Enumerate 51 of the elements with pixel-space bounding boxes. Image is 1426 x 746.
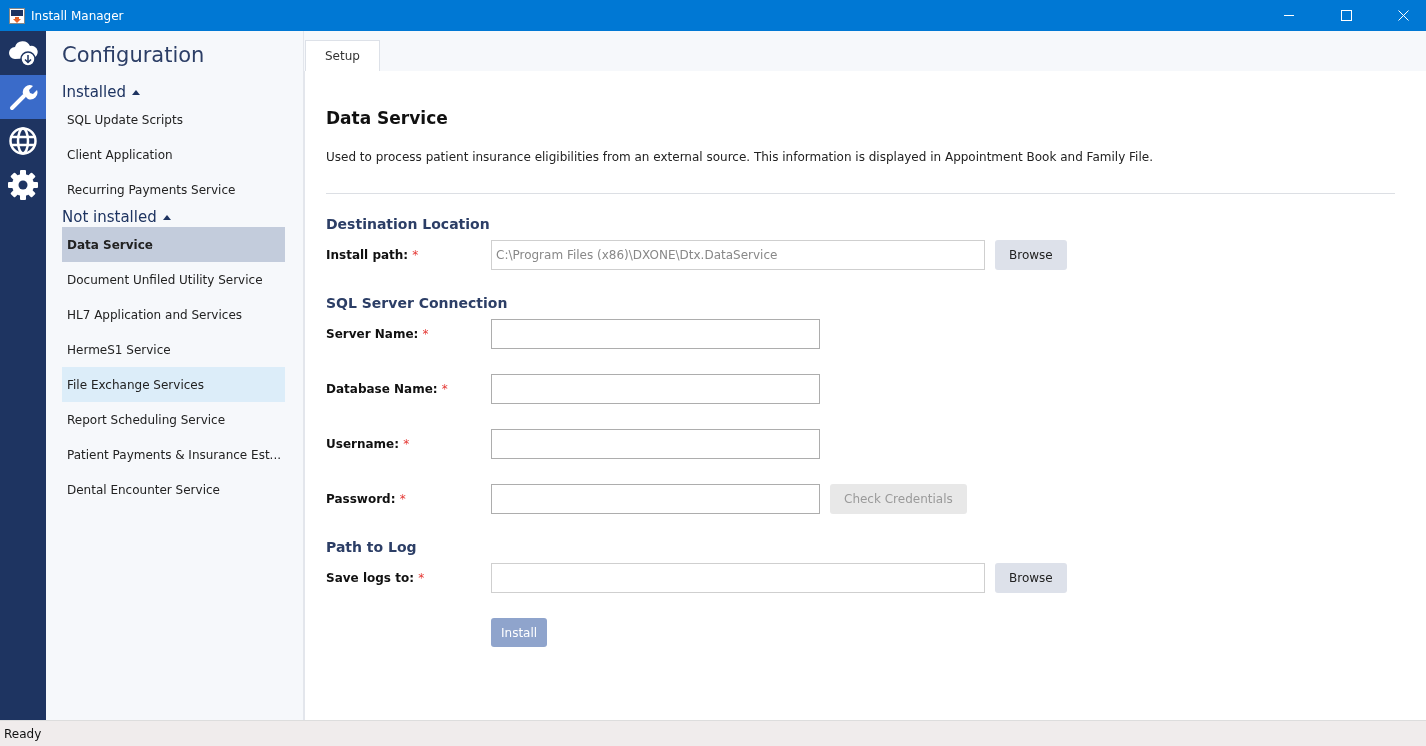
page-heading: Data Service — [326, 108, 449, 128]
input-field[interactable] — [491, 374, 820, 404]
sidebar-item[interactable]: File Exchange Services — [62, 367, 285, 402]
required-mark: * — [441, 382, 448, 396]
cloud-download-icon — [8, 38, 38, 68]
input-field[interactable] — [491, 484, 820, 514]
sidebar-item[interactable]: Patient Payments & Insurance Est... — [62, 437, 285, 472]
required-mark: * — [418, 571, 425, 585]
input-field[interactable] — [491, 563, 985, 593]
maximize-icon[interactable] — [1341, 10, 1352, 21]
input-field[interactable] — [491, 429, 820, 459]
required-mark: * — [422, 327, 429, 341]
action-button[interactable]: Browse — [995, 240, 1067, 270]
field-label: Save logs to: — [326, 571, 414, 585]
group-header[interactable]: Installed — [62, 83, 126, 101]
window-title: Install Manager — [31, 8, 124, 23]
caret-up-icon[interactable] — [131, 89, 140, 95]
description-text: Used to process patient insurance eligibilities from an external source. This information is displayed in Appointment Book and Family File. — [326, 150, 1154, 164]
input-field[interactable] — [491, 319, 820, 349]
action-button[interactable]: Browse — [995, 563, 1067, 593]
field-label: Password: — [326, 492, 396, 506]
caret-up-icon[interactable] — [162, 214, 171, 220]
required-mark: * — [403, 437, 410, 451]
group-header[interactable]: Not installed — [62, 208, 157, 226]
sidebar-item[interactable]: SQL Update Scripts — [62, 102, 285, 137]
section-heading: Destination Location — [326, 216, 491, 232]
sidebar-item[interactable]: Dental Encounter Service — [62, 472, 285, 507]
sidebar-item[interactable]: HermeS1 Service — [62, 332, 285, 367]
field-label: Install path: — [326, 248, 409, 262]
section-heading: Path to Log — [326, 539, 418, 555]
sidebar-item[interactable]: Recurring Payments Service — [62, 172, 285, 207]
sidebar-item[interactable]: Document Unfiled Utility Service — [62, 262, 285, 297]
sidebar-title: Configuration — [62, 43, 206, 67]
status-text: Ready — [4, 726, 42, 741]
field-label: Server Name: — [326, 327, 419, 341]
field-label: Username: — [326, 437, 400, 451]
sidebar-item[interactable]: Client Application — [62, 137, 285, 172]
app-logo-icon — [9, 7, 25, 24]
required-mark: * — [412, 248, 419, 262]
wrench-icon — [8, 82, 38, 112]
field-label: Database Name: — [326, 382, 438, 396]
close-icon[interactable] — [1398, 10, 1409, 21]
tab[interactable]: Setup — [305, 40, 380, 71]
globe-icon — [8, 126, 38, 156]
settings-icon — [7, 169, 39, 201]
sidebar-item[interactable]: Data Service — [62, 227, 285, 262]
section-heading: SQL Server Connection — [326, 295, 509, 311]
required-mark: * — [399, 492, 406, 506]
input-field[interactable]: C:\Program Files (x86)\DXONE\Dtx.DataService — [491, 240, 985, 270]
sidebar-item[interactable]: Report Scheduling Service — [62, 402, 285, 437]
sidebar-item[interactable]: HL7 Application and Services — [62, 297, 285, 332]
